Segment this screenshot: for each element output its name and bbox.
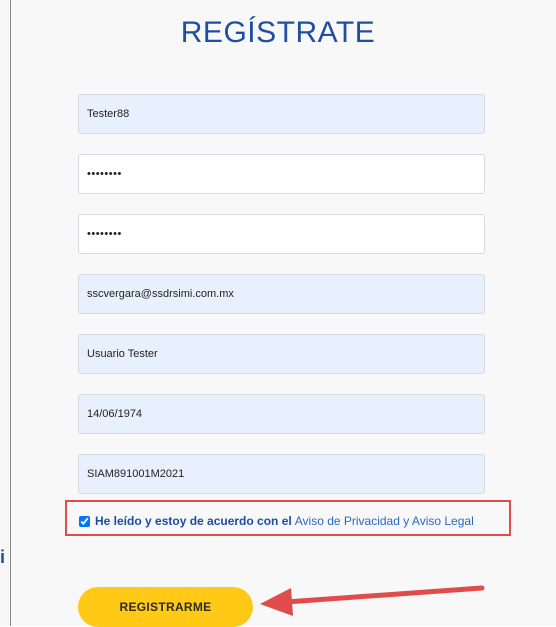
annotation-arrow-icon <box>260 585 485 616</box>
